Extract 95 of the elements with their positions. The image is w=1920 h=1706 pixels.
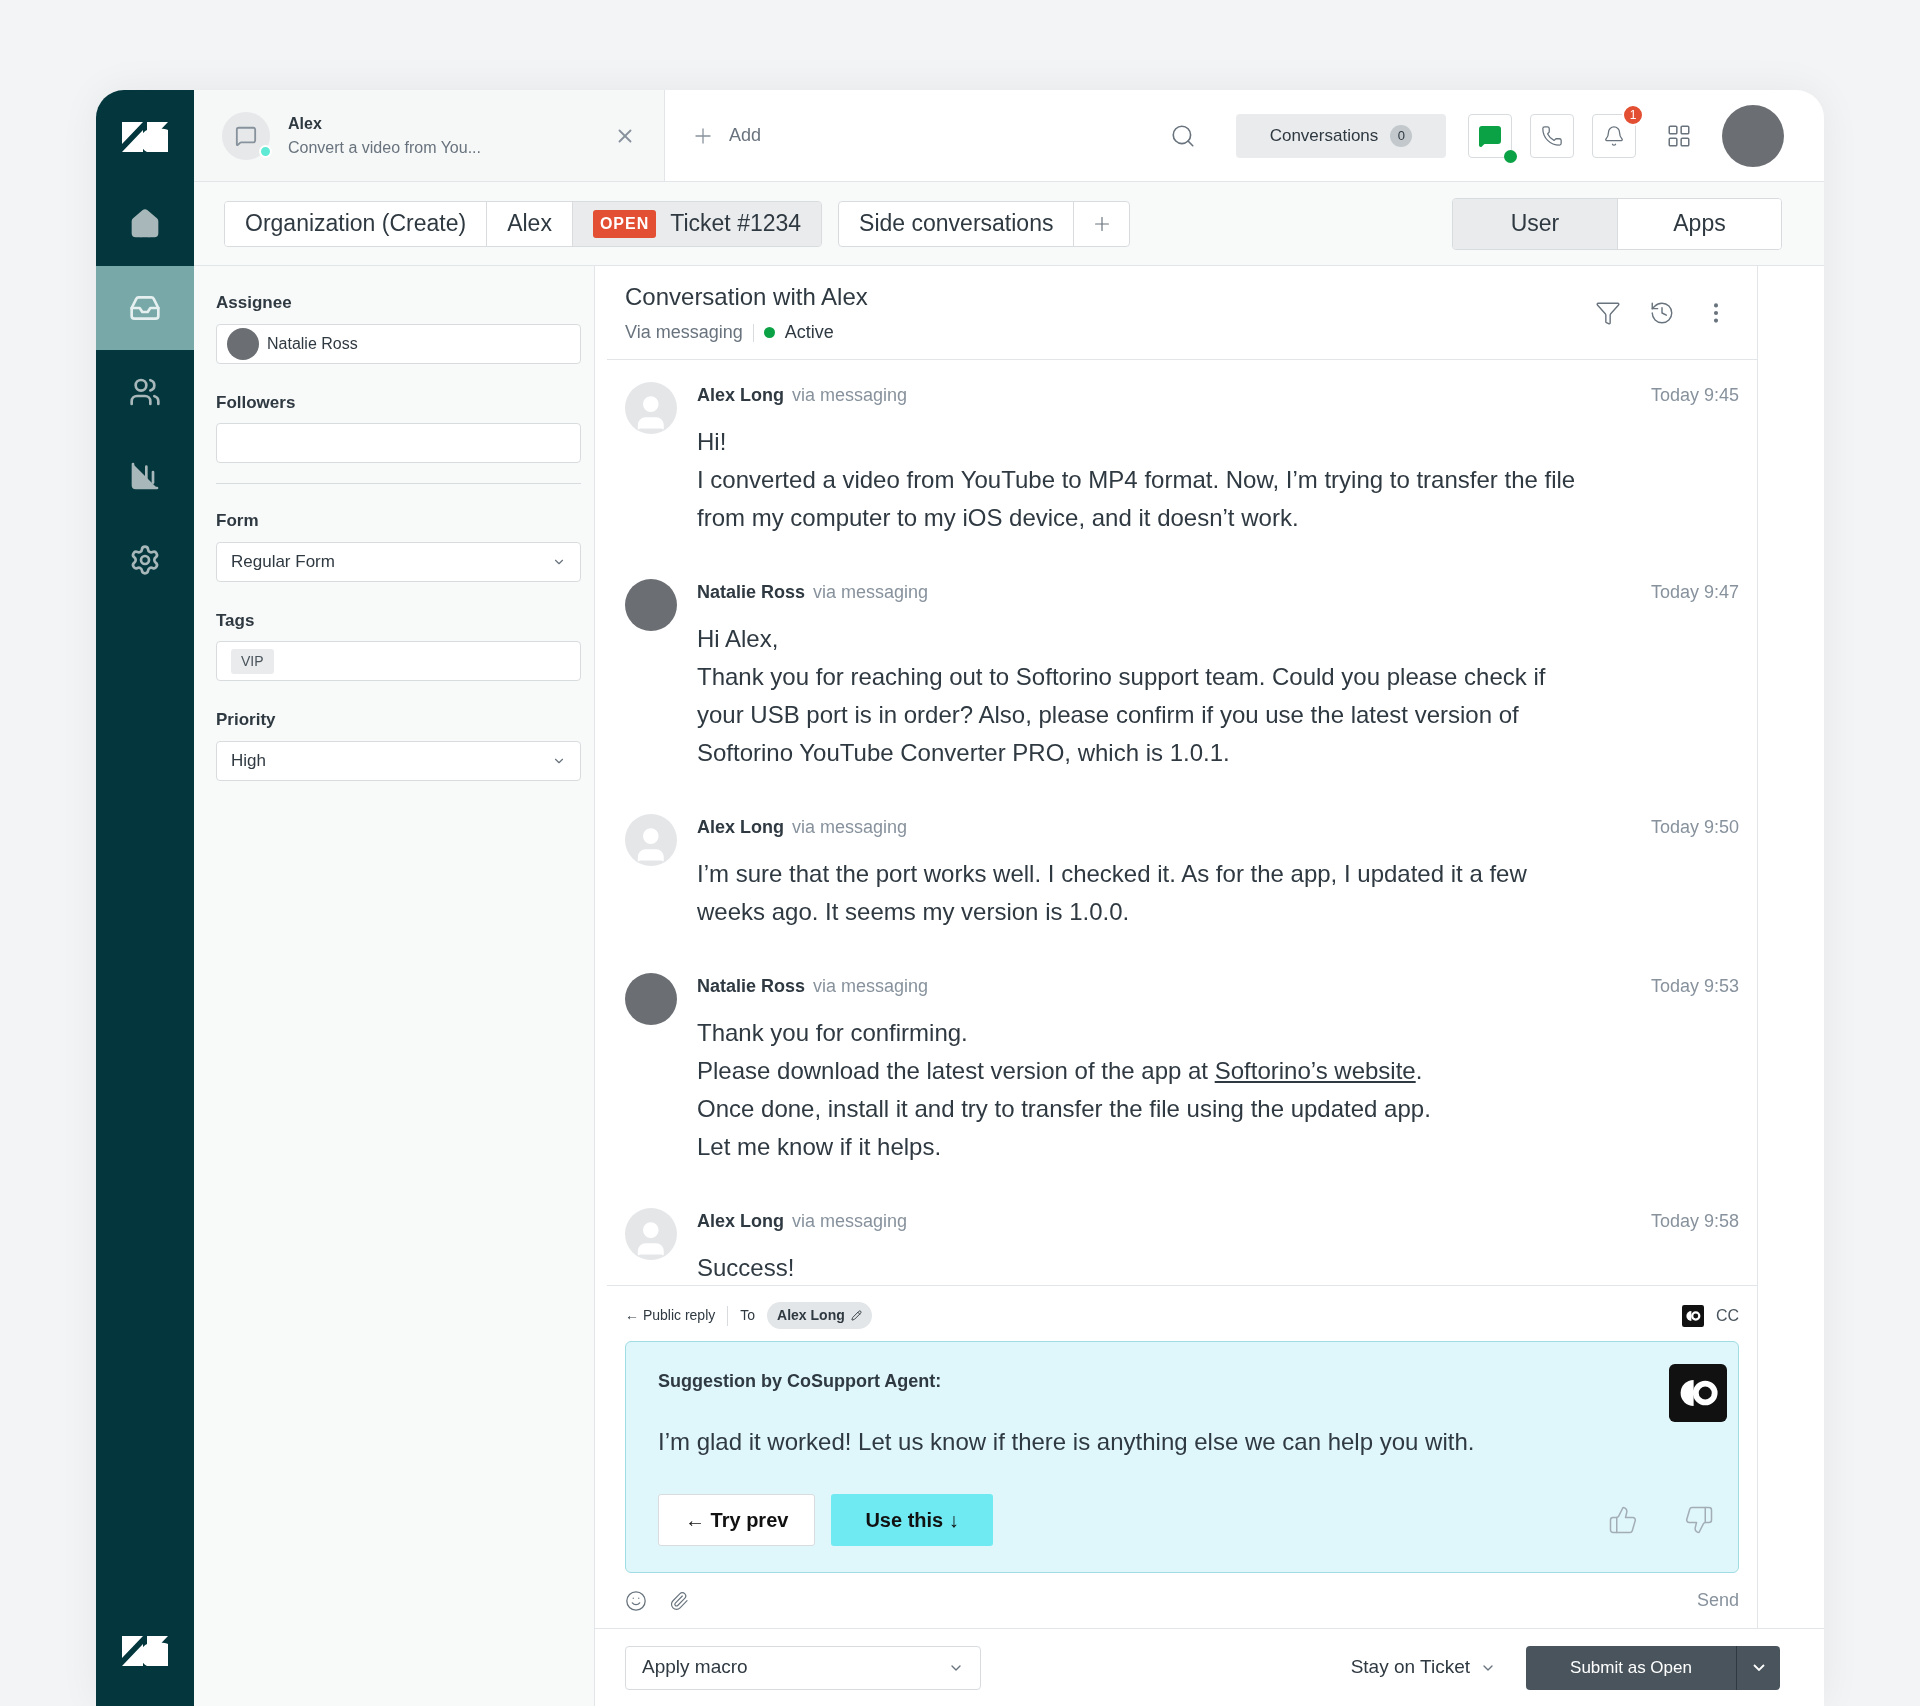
message-text: Please download the latest version of the app at Softorino’s website.	[697, 1056, 1424, 1086]
field-label: Form	[216, 510, 260, 532]
channel-label: Via messaging	[625, 321, 743, 344]
message-text: Thank you for reaching out to Softorino support team. Could you please check if your USB port is in order? Also, please confirm if you use the latest version of Softorino YouTube Converter PRO, which is 1.0.1.	[697, 662, 1547, 768]
tab-label: Organization (Create)	[245, 209, 467, 239]
avatar-placeholder	[227, 327, 259, 360]
via-label: via messaging	[792, 1210, 908, 1233]
conversation-title: Conversation with Alex	[625, 282, 869, 312]
messaging-button[interactable]	[1468, 113, 1512, 158]
timestamp: Today 9:53	[1650, 975, 1739, 998]
status-label: Active	[784, 321, 834, 344]
ticket-tab[interactable]: Organization (Create)	[225, 201, 487, 246]
author-name: Natalie Ross	[697, 581, 806, 604]
author-name: Alex Long	[697, 1210, 784, 1233]
user-silhouette-icon	[625, 1208, 677, 1260]
emoji-icon[interactable]	[625, 1589, 647, 1612]
notification-badge: 1	[1622, 103, 1644, 126]
avatar-placeholder	[625, 973, 677, 1025]
panel-tab[interactable]: Apps	[1617, 198, 1781, 249]
user-silhouette-icon	[625, 814, 677, 866]
apply-macro-select[interactable]: Apply macro	[625, 1645, 981, 1690]
ticket-tab[interactable]: Alex	[486, 201, 572, 246]
add-button[interactable]: Add	[691, 122, 762, 149]
input-field[interactable]	[216, 423, 581, 463]
tab-label: Alex	[507, 209, 552, 239]
bell-icon	[1603, 124, 1625, 147]
timestamp: Today 9:45	[1650, 384, 1739, 407]
panel-tab[interactable]: User	[1453, 198, 1617, 249]
via-label: via messaging	[792, 384, 908, 407]
user-silhouette-icon	[625, 382, 677, 434]
message-text: Once done, install it and try to transfer the file using the updated app.	[697, 1094, 1432, 1124]
tab-label: Ticket #1234	[670, 209, 802, 239]
suggestion-title: Suggestion by CoSupport Agent:	[658, 1370, 942, 1393]
cosupport-logo-icon	[1669, 1364, 1727, 1422]
message-text: Hi!	[697, 427, 728, 457]
status-badge: OPEN	[592, 209, 657, 238]
home-icon	[129, 208, 161, 240]
avatar-placeholder	[625, 579, 677, 631]
message-text: Hi Alex,	[697, 624, 780, 654]
apps-grid-icon[interactable]	[1666, 122, 1692, 149]
phone-button[interactable]	[1530, 113, 1574, 158]
author-name: Alex Long	[697, 384, 784, 407]
message-text: Let me know if it helps.	[697, 1132, 943, 1162]
suggestion-text: I’m glad it worked! Let us know if there is anything else we can help you with.	[658, 1427, 1476, 1457]
bar-chart-icon	[129, 460, 161, 492]
thumbs-up-icon[interactable]	[1608, 1505, 1638, 1535]
open-ticket-tab[interactable]: Alex Convert a video from You...	[194, 90, 665, 181]
ticket-tab[interactable]: OPEN Ticket #1234	[571, 201, 822, 246]
use-this-button[interactable]: Use this ↓	[831, 1494, 993, 1546]
phone-icon	[1541, 124, 1563, 147]
field-label: Assignee	[216, 292, 293, 314]
reply-mode[interactable]: ← Public reply	[625, 1305, 716, 1326]
chevron-down-icon	[1752, 1664, 1765, 1671]
message-text: I’m sure that the port works well. I checked it. As for the app, I updated it a few weeks ago. It seems my version is 1.0.0.	[697, 859, 1528, 927]
website-link[interactable]: Softorino’s website	[1214, 1057, 1416, 1084]
author-name: Alex Long	[697, 816, 784, 839]
thumbs-down-icon[interactable]	[1684, 1505, 1714, 1535]
author-name: Natalie Ross	[697, 975, 806, 998]
via-label: via messaging	[792, 816, 908, 839]
cosupport-logo-icon	[1681, 1304, 1704, 1327]
attachment-icon[interactable]	[669, 1590, 689, 1611]
try-prev-button[interactable]: ← Try prev	[658, 1494, 816, 1546]
stay-on-ticket-dropdown[interactable]: Stay on Ticket	[1350, 1653, 1496, 1682]
message-text: Thank you for confirming.	[697, 1018, 969, 1048]
select-field[interactable]: High	[216, 740, 581, 781]
chat-icon	[1478, 123, 1502, 148]
users-icon	[129, 376, 161, 408]
tags-field[interactable]: VIP	[216, 641, 581, 681]
timestamp: Today 9:50	[1650, 816, 1739, 839]
to-label: To	[740, 1306, 756, 1325]
logo-icon	[122, 1636, 168, 1666]
tag: VIP	[231, 648, 274, 674]
message-text: Success!	[697, 1253, 796, 1283]
via-label: via messaging	[813, 975, 929, 998]
recipient-chip[interactable]: Alex Long	[767, 1302, 872, 1329]
field-label: Priority	[216, 709, 277, 731]
submit-button[interactable]: Submit as Open	[1526, 1645, 1736, 1690]
cc-button[interactable]: CC	[1715, 1303, 1739, 1328]
assignee-field[interactable]: Natalie Ross	[216, 323, 581, 364]
tab-subtitle: Convert a video from You...	[288, 137, 482, 158]
message-text: I converted a video from YouTube to MP4 format. Now, I’m trying to transfer the file from my computer to my iOS device, and it doesn’t work.	[697, 465, 1577, 533]
conversations-button[interactable]: Conversations 0	[1236, 113, 1446, 158]
chat-icon	[222, 111, 270, 160]
field-label: Tags	[216, 609, 256, 632]
submit-options-button[interactable]	[1736, 1645, 1780, 1690]
settings-icon	[129, 544, 161, 576]
timestamp: Today 9:47	[1650, 581, 1739, 604]
pencil-icon	[850, 1310, 862, 1321]
logo-icon	[122, 122, 168, 152]
via-label: via messaging	[813, 581, 929, 604]
tab-title: Alex	[288, 113, 323, 134]
timestamp: Today 9:58	[1650, 1210, 1739, 1233]
select-field[interactable]: Regular Form	[216, 541, 581, 582]
field-label: Followers	[216, 391, 297, 414]
count-badge: 0	[1390, 124, 1413, 147]
